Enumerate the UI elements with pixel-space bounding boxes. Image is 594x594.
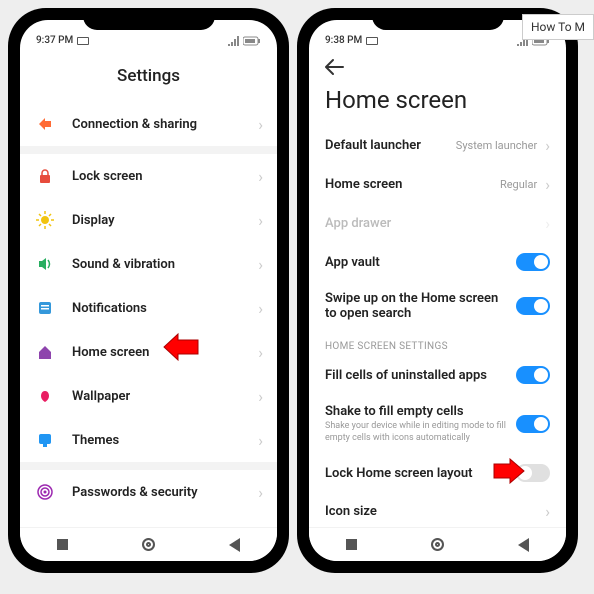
nav-recents[interactable]	[57, 539, 68, 550]
chevron-right-icon: ›	[258, 167, 263, 186]
chevron-right-icon: ›	[258, 483, 263, 502]
toggle-shake-fill[interactable]	[516, 415, 550, 433]
row-label: Connection & sharing	[72, 117, 258, 132]
row-wallpaper[interactable]: Wallpaper ›	[20, 374, 277, 418]
camera-icon	[77, 37, 89, 45]
row-notifications[interactable]: Notifications ›	[20, 286, 277, 330]
section-header: HOME SCREEN SETTINGS	[309, 331, 566, 356]
row-label: Swipe up on the Home screen to open sear…	[325, 291, 508, 321]
notch	[83, 8, 215, 30]
row-shake-fill[interactable]: Shake to fill empty cells Shake your dev…	[309, 394, 566, 454]
row-sound-vibration[interactable]: Sound & vibration ›	[20, 242, 277, 286]
lock-icon	[34, 165, 56, 187]
page-title: Settings	[20, 48, 277, 102]
signal-icon	[227, 36, 239, 46]
notch	[372, 8, 504, 30]
chevron-right-icon: ›	[258, 299, 263, 318]
row-lock-layout[interactable]: Lock Home screen layout	[309, 454, 566, 492]
row-passwords-security[interactable]: Passwords & security ›	[20, 470, 277, 514]
row-label: Themes	[72, 433, 258, 448]
row-label: App vault	[325, 255, 508, 270]
chevron-right-icon: ›	[258, 115, 263, 134]
row-icon-size[interactable]: Icon size ›	[309, 492, 566, 531]
divider	[20, 462, 277, 470]
status-time: 9:38 PM	[325, 35, 362, 46]
nav-home[interactable]	[431, 538, 444, 551]
sound-icon	[34, 253, 56, 275]
row-label: Default launcher	[325, 138, 448, 153]
highlight-arrow-icon	[492, 458, 528, 484]
toggle-swipe-search[interactable]	[516, 297, 550, 315]
row-fill-cells[interactable]: Fill cells of uninstalled apps	[309, 356, 566, 394]
screen-home-screen-settings: 9:38 PM Home screen Default launcher Sys…	[309, 20, 566, 561]
row-home-screen[interactable]: Home screen ›	[20, 330, 277, 374]
row-value: System launcher	[456, 139, 537, 152]
themes-icon	[34, 429, 56, 451]
toggle-fill-cells[interactable]	[516, 366, 550, 384]
chevron-right-icon: ›	[545, 136, 550, 155]
row-label: Home screen	[325, 177, 492, 192]
chevron-right-icon: ›	[258, 211, 263, 230]
row-label: Sound & vibration	[72, 257, 258, 272]
row-label: Lock Home screen layout	[325, 466, 508, 481]
brightness-icon	[34, 209, 56, 231]
share-icon	[34, 113, 56, 135]
row-connection-sharing[interactable]: Connection & sharing ›	[20, 102, 277, 146]
wallpaper-icon	[34, 385, 56, 407]
notifications-icon	[34, 297, 56, 319]
back-icon[interactable]	[323, 58, 345, 76]
phone-left: 9:37 PM Settings Connection & sharing ›	[8, 8, 289, 573]
row-label: Lock screen	[72, 169, 258, 184]
screen-settings: 9:37 PM Settings Connection & sharing ›	[20, 20, 277, 561]
home-icon	[34, 341, 56, 363]
row-swipe-up-search[interactable]: Swipe up on the Home screen to open sear…	[309, 281, 566, 331]
nav-home[interactable]	[142, 538, 155, 551]
chevron-right-icon: ›	[545, 175, 550, 194]
nav-recents[interactable]	[346, 539, 357, 550]
row-label: Shake to fill empty cells	[325, 404, 508, 419]
row-label: Icon size	[325, 504, 537, 519]
chevron-right-icon: ›	[258, 343, 263, 362]
phone-right: 9:38 PM Home screen Default launcher Sys…	[297, 8, 578, 573]
row-lock-screen[interactable]: Lock screen ›	[20, 154, 277, 198]
row-label: Notifications	[72, 301, 258, 316]
row-default-launcher[interactable]: Default launcher System launcher ›	[309, 126, 566, 165]
row-label: Passwords & security	[72, 485, 258, 500]
fingerprint-icon	[34, 481, 56, 503]
toggle-app-vault[interactable]	[516, 253, 550, 271]
nav-bar	[309, 527, 566, 561]
nav-bar	[20, 527, 277, 561]
battery-icon	[243, 36, 261, 46]
status-time: 9:37 PM	[36, 35, 73, 46]
row-value: Regular	[500, 178, 537, 191]
chevron-right-icon: ›	[258, 255, 263, 274]
row-label: Wallpaper	[72, 389, 258, 404]
camera-icon	[366, 37, 378, 45]
highlight-arrow-icon	[160, 332, 200, 362]
nav-back[interactable]	[518, 538, 529, 552]
chevron-right-icon: ›	[545, 502, 550, 521]
row-display[interactable]: Display ›	[20, 198, 277, 242]
nav-back[interactable]	[229, 538, 240, 552]
divider	[20, 146, 277, 154]
row-label: Fill cells of uninstalled apps	[325, 368, 508, 383]
row-app-drawer: App drawer ›	[309, 204, 566, 243]
chevron-right-icon: ›	[258, 387, 263, 406]
row-subtitle: Shake your device while in editing mode …	[325, 421, 508, 444]
row-themes[interactable]: Themes ›	[20, 418, 277, 462]
floating-watermark: How To M	[522, 14, 594, 40]
chevron-right-icon: ›	[258, 431, 263, 450]
row-label: App drawer	[325, 216, 537, 231]
page-title: Home screen	[309, 80, 566, 126]
chevron-right-icon: ›	[545, 214, 550, 233]
row-label: Display	[72, 213, 258, 228]
row-home-screen-layout[interactable]: Home screen Regular ›	[309, 165, 566, 204]
row-app-vault[interactable]: App vault	[309, 243, 566, 281]
